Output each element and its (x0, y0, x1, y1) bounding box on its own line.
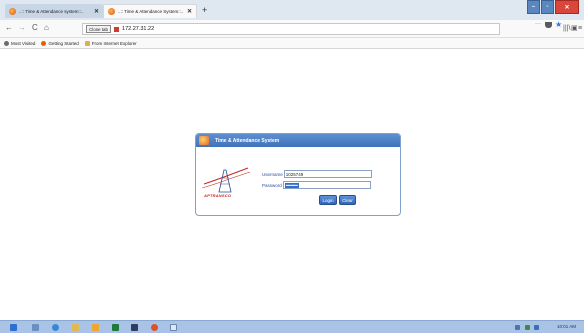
password-field[interactable]: •••••••••• (282, 181, 371, 189)
pocket-icon[interactable] (545, 22, 552, 28)
folder-icon (84, 40, 90, 46)
brand-name: APTRANSCO (204, 193, 232, 198)
new-tab-button[interactable]: + (202, 5, 207, 15)
menu-icon[interactable]: ≡ (578, 24, 582, 33)
library-icon[interactable]: |||\ (563, 24, 570, 33)
tab-close-icon[interactable]: ✕ (187, 8, 192, 15)
login-panel-title: Time & Attendance System (215, 137, 280, 144)
tray-clock[interactable]: 10:01 AM (557, 324, 576, 329)
start-icon[interactable] (10, 324, 17, 331)
bookmark-most-visited[interactable]: Most Visited (4, 40, 36, 46)
tab-time-attendance-2[interactable]: ..:: Time & Attendance System::.. ✕ (103, 4, 197, 18)
tab-label: ..:: Time & Attendance system::.. (19, 8, 84, 14)
tab-time-attendance-1[interactable]: ..:: Time & Attendance system::.. ✕ (5, 4, 103, 18)
forward-button[interactable]: → (18, 23, 26, 33)
bookmark-label: Getting Started (48, 40, 79, 46)
terminal-icon[interactable] (131, 324, 138, 331)
login-panel: Time & Attendance System APTRANSCO Usern… (195, 133, 401, 216)
close-tab-button[interactable]: Close tab (86, 25, 112, 33)
media-icon[interactable] (92, 324, 99, 331)
tab-strip: ..:: Time & Attendance system::.. ✕ ..::… (0, 0, 584, 20)
maximize-button[interactable]: ▫ (541, 0, 554, 14)
back-button[interactable]: ← (5, 23, 13, 33)
folder-icon[interactable] (72, 324, 79, 331)
address-bar[interactable]: Close tab 172.27.31.22 (82, 23, 500, 35)
url-text[interactable]: 172.27.31.22 (122, 26, 154, 32)
bookmark-from-internet-explorer[interactable]: From Internet Explorer (84, 40, 137, 46)
gear-icon (4, 40, 9, 46)
bookmark-label: From Internet Explorer (91, 40, 137, 46)
minimize-button[interactable]: – (527, 0, 540, 14)
bookmark-star-icon[interactable]: ★ (555, 20, 562, 29)
password-row: Password •••••••••• (262, 181, 371, 189)
app-logo-icon (199, 136, 209, 145)
navigation-toolbar: ← → C ⌂ Close tab 172.27.31.22 ··· ★ |||… (0, 20, 584, 38)
site-favicon-icon (9, 7, 16, 15)
firefox-icon[interactable] (151, 324, 158, 331)
volume-icon[interactable] (534, 325, 539, 330)
network-icon[interactable] (525, 325, 530, 330)
login-panel-header: Time & Attendance System (196, 134, 400, 147)
login-button[interactable]: Login (319, 195, 337, 205)
excel-icon[interactable] (112, 324, 119, 331)
page-actions-menu-icon[interactable]: ··· (535, 21, 541, 27)
password-label: Password (262, 182, 282, 188)
people-icon[interactable] (32, 324, 39, 331)
taskbar: 10:01 AM (0, 320, 584, 333)
username-field[interactable]: 1025749 (283, 170, 372, 178)
sidebar-icon[interactable]: ▣ (571, 24, 578, 33)
reload-button[interactable]: C (32, 23, 38, 33)
username-row: Username 1025749 (262, 170, 372, 178)
ie-icon[interactable] (52, 324, 59, 331)
bookmarks-toolbar: Most Visited Getting Started From Intern… (0, 38, 584, 49)
username-value: 1025749 (285, 171, 304, 177)
site-favicon-icon (108, 8, 115, 15)
bookmark-label: Most Visited (11, 40, 36, 46)
username-label: Username (262, 171, 283, 177)
password-value: •••••••••• (284, 182, 299, 188)
tab-label: ..:: Time & Attendance System::.. (118, 9, 184, 14)
close-window-button[interactable]: ✕ (555, 0, 579, 14)
home-button[interactable]: ⌂ (44, 23, 49, 33)
tray-arrow-icon[interactable] (515, 325, 520, 330)
notepad-icon[interactable] (170, 324, 177, 331)
tab-close-icon[interactable]: ✕ (94, 8, 99, 15)
clear-button[interactable]: Clear (339, 195, 356, 205)
bookmark-getting-started[interactable]: Getting Started (41, 40, 79, 46)
site-identity-icon[interactable] (114, 26, 120, 32)
firefox-icon (41, 40, 47, 46)
